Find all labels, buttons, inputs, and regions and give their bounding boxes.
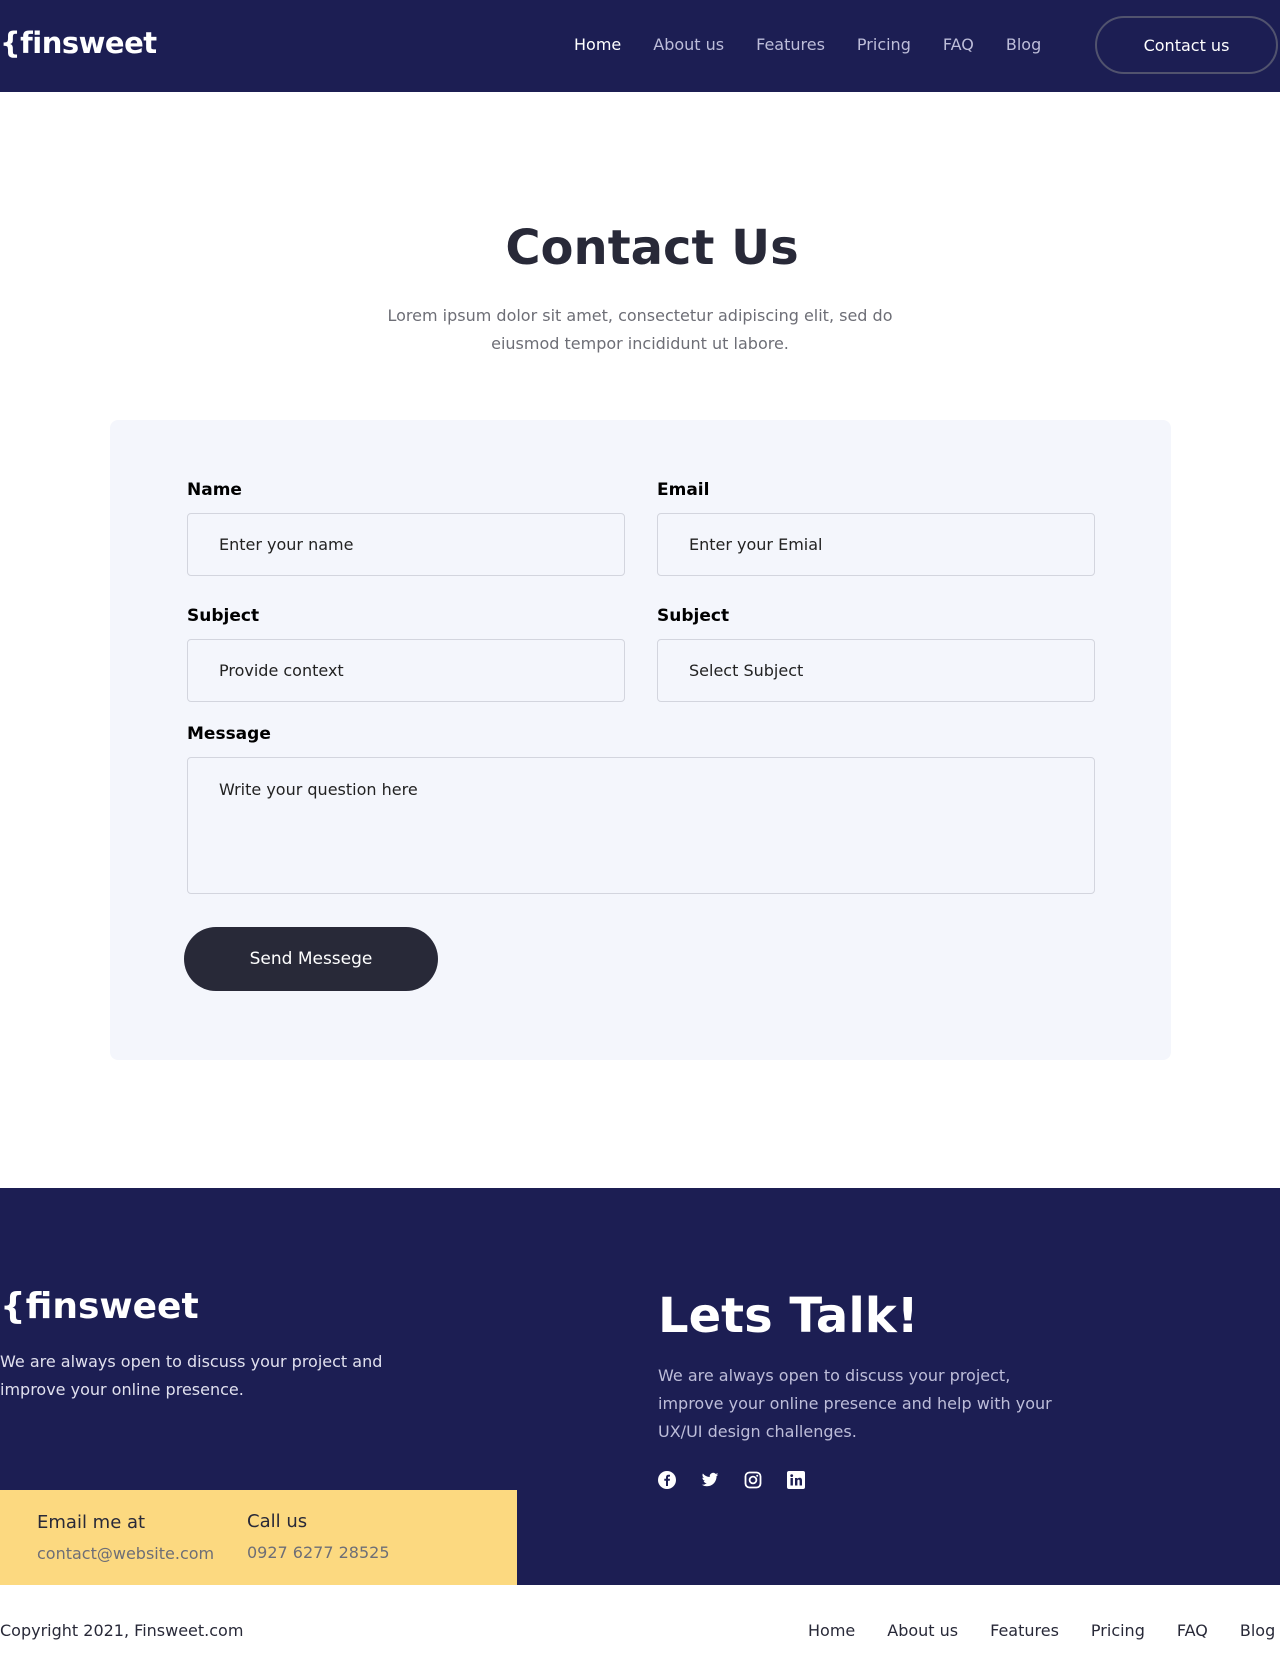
facebook-icon[interactable] [658, 1471, 676, 1489]
instagram-icon[interactable] [744, 1471, 762, 1489]
call-title: Call us [247, 1511, 308, 1532]
footer-nav: Home About us Features Pricing FAQ Blog [808, 1621, 1275, 1640]
footer-nav-faq[interactable]: FAQ [1177, 1621, 1208, 1640]
lets-talk-description: We are always open to discuss your proje… [658, 1366, 1052, 1441]
nav-features[interactable]: Features [756, 35, 825, 54]
nav-pricing[interactable]: Pricing [857, 35, 911, 54]
subject-label: Subject [187, 606, 260, 626]
subject-field[interactable]: Provide context [187, 639, 625, 702]
site-footer: {finsweet We are always open to discuss … [0, 1188, 1280, 1585]
page-subtitle: Lorem ipsum dolor sit amet, consectetur … [387, 306, 893, 353]
contact-form: Name Enter your name Email Enter your Em… [110, 420, 1171, 1060]
page-title: Contact Us [505, 220, 799, 276]
contact-info-box: Email me at contact@website.com Call us … [0, 1490, 517, 1585]
main-nav: Home About us Features Pricing FAQ Blog [574, 35, 1073, 54]
name-label: Name [187, 480, 242, 500]
footer-description: We are always open to discuss your proje… [0, 1352, 383, 1399]
email-link[interactable]: contact@website.com [37, 1544, 214, 1563]
nav-home[interactable]: Home [574, 35, 621, 54]
footer-nav-features[interactable]: Features [990, 1621, 1059, 1640]
footer-nav-pricing[interactable]: Pricing [1091, 1621, 1145, 1640]
email-field[interactable]: Enter your Emial [657, 513, 1095, 576]
site-header: {finsweet Home About us Features Pricing… [0, 0, 1280, 92]
nav-about-us[interactable]: About us [653, 35, 724, 54]
copyright-text: Copyright 2021, Finsweet.com [0, 1621, 244, 1640]
footer-nav-blog[interactable]: Blog [1240, 1621, 1275, 1640]
footer-nav-home[interactable]: Home [808, 1621, 855, 1640]
subject-select-label: Subject [657, 606, 730, 626]
linkedin-icon[interactable] [787, 1471, 805, 1489]
logo[interactable]: {finsweet [0, 26, 157, 60]
send-message-button[interactable]: Send Messege [184, 927, 438, 991]
message-textarea[interactable]: Write your question here [187, 757, 1095, 894]
nav-faq[interactable]: FAQ [943, 35, 974, 54]
social-links [658, 1471, 805, 1489]
name-field[interactable]: Enter your name [187, 513, 625, 576]
footer-logo[interactable]: {finsweet [0, 1286, 199, 1327]
contact-us-button[interactable]: Contact us [1095, 16, 1278, 74]
phone-link[interactable]: 0927 6277 28525 [247, 1543, 390, 1562]
nav-blog[interactable]: Blog [1006, 35, 1041, 54]
lets-talk-title: Lets Talk! [658, 1288, 919, 1344]
twitter-icon[interactable] [701, 1471, 719, 1489]
footer-nav-about-us[interactable]: About us [887, 1621, 958, 1640]
email-label: Email [657, 480, 710, 500]
email-title: Email me at [37, 1512, 146, 1533]
subject-select[interactable]: Select Subject [657, 639, 1095, 702]
message-label: Message [187, 724, 271, 744]
